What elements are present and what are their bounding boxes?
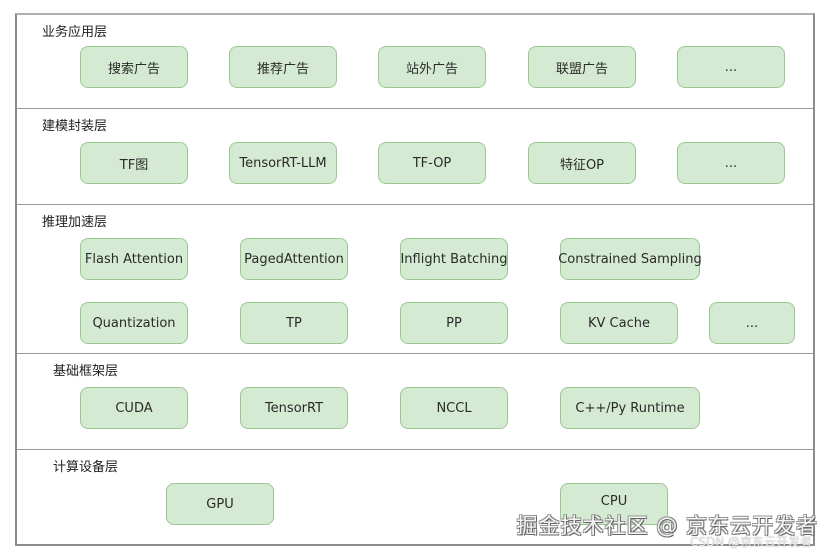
node-nccl: NCCL — [400, 387, 508, 429]
layer-title: 计算设备层 — [53, 460, 119, 475]
layer-title: 基础框架层 — [53, 364, 119, 379]
watermark-csdn: CSDN @京东云开发者 — [689, 535, 812, 549]
node-more: ... — [709, 302, 795, 344]
node-cuda: CUDA — [80, 387, 188, 429]
node-more: ... — [677, 142, 785, 184]
node-feature-op: 特征OP — [528, 142, 636, 184]
node-pp: PP — [400, 302, 508, 344]
layer-title: 推理加速层 — [42, 215, 108, 230]
node-search-ads: 搜索广告 — [80, 46, 188, 88]
layer-title: 业务应用层 — [42, 25, 108, 40]
node-offsite-ads: 站外广告 — [378, 46, 486, 88]
node-tf-graph: TF图 — [80, 142, 188, 184]
node-tp: TP — [240, 302, 348, 344]
node-tf-op: TF-OP — [378, 142, 486, 184]
layer-business-application: 业务应用层 搜索广告 推荐广告 站外广告 联盟广告 ... — [17, 15, 813, 109]
node-recommend-ads: 推荐广告 — [229, 46, 337, 88]
layer-modeling-wrapper: 建模封装层 TF图 TensorRT-LLM TF-OP 特征OP ... — [17, 109, 813, 205]
node-flash-attention: Flash Attention — [80, 238, 188, 280]
layer-base-framework: 基础框架层 CUDA TensorRT NCCL C++/Py Runtime — [17, 354, 813, 450]
node-tensorrt: TensorRT — [240, 387, 348, 429]
architecture-frame: 业务应用层 搜索广告 推荐广告 站外广告 联盟广告 ... 建模封装层 TF图 … — [15, 13, 815, 546]
layer-title: 建模封装层 — [42, 119, 108, 134]
node-paged-attention: PagedAttention — [240, 238, 348, 280]
node-inflight-batching: Inflight Batching — [400, 238, 508, 280]
node-quantization: Quantization — [80, 302, 188, 344]
node-kv-cache: KV Cache — [560, 302, 678, 344]
node-alliance-ads: 联盟广告 — [528, 46, 636, 88]
node-cpp-py-runtime: C++/Py Runtime — [560, 387, 700, 429]
node-constrained-sampling: Constrained Sampling — [558, 238, 702, 280]
node-gpu: GPU — [166, 483, 274, 525]
node-tensorrt-llm: TensorRT-LLM — [229, 142, 337, 184]
layer-inference-acceleration: 推理加速层 Flash Attention PagedAttention Inf… — [17, 205, 813, 354]
node-more: ... — [677, 46, 785, 88]
